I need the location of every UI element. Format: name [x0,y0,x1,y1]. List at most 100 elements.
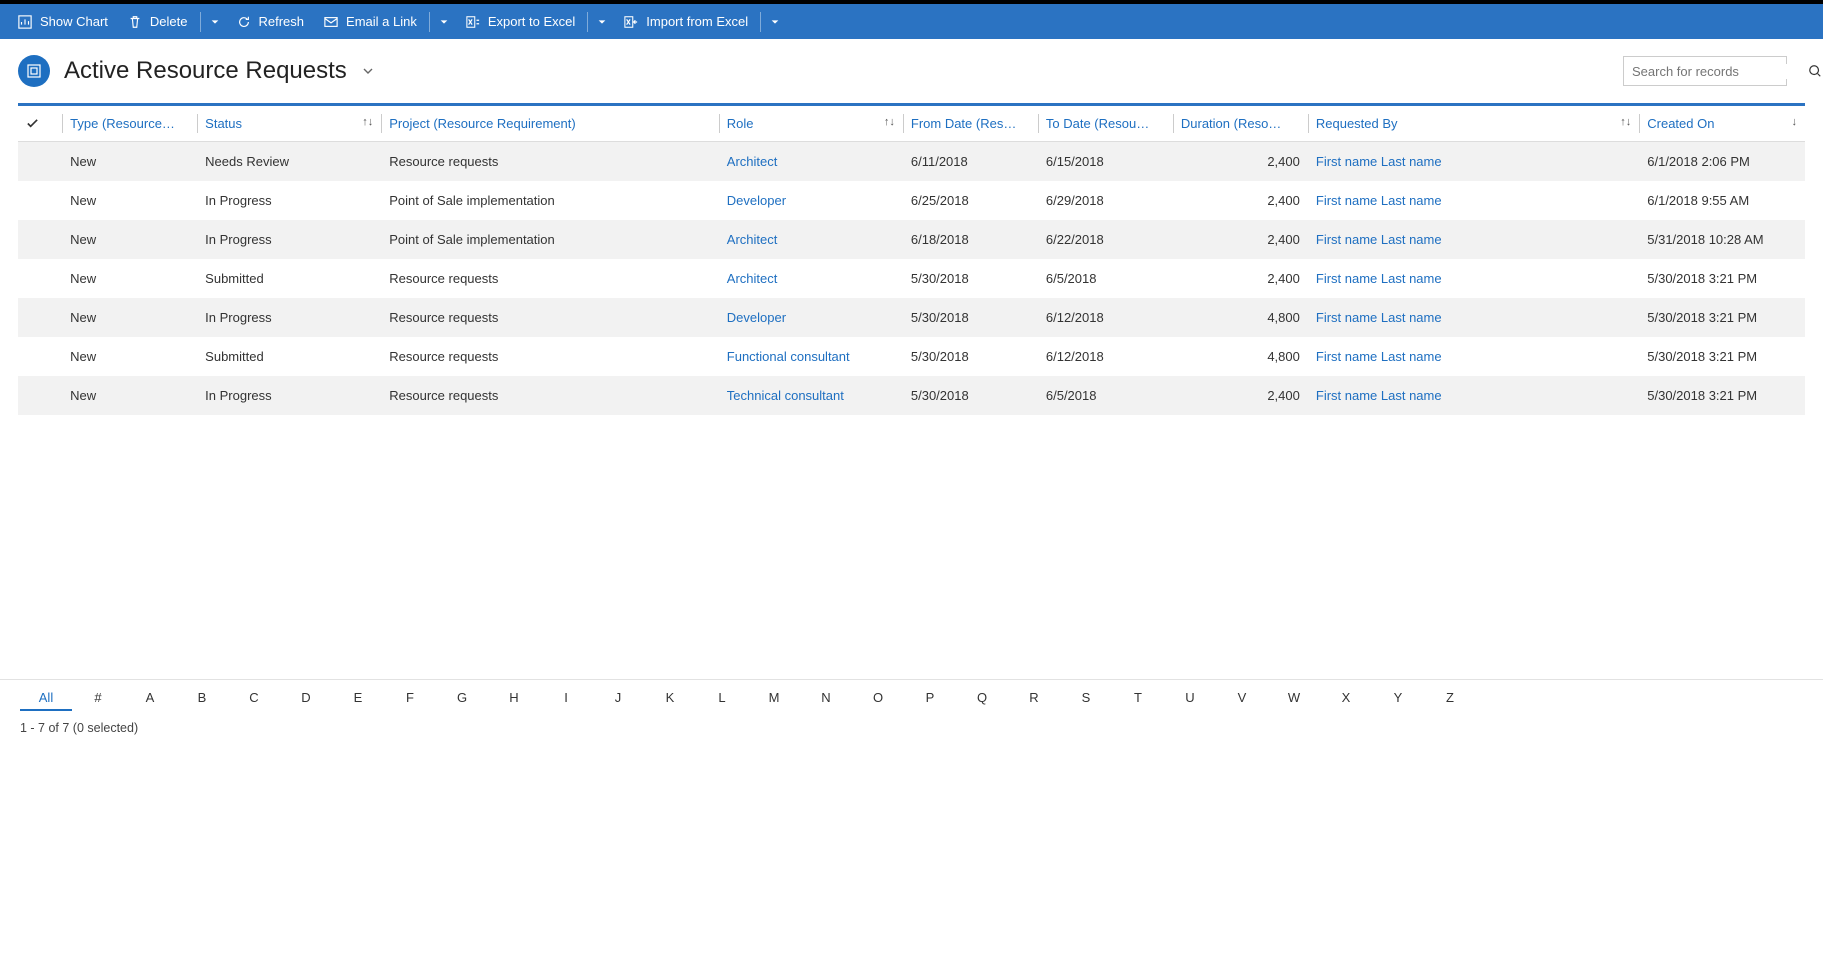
alpha-filter-#[interactable]: # [72,686,124,711]
row-selector[interactable] [18,181,62,220]
cell-role[interactable]: Developer [719,298,903,337]
cell-requested-by[interactable]: First name Last name [1308,220,1639,259]
cell-created-on: 5/30/2018 3:21 PM [1639,337,1805,376]
alpha-filter-g[interactable]: G [436,686,488,711]
select-all-header[interactable] [18,106,62,142]
table-row[interactable]: NewIn ProgressPoint of Sale implementati… [18,181,1805,220]
import-excel-button[interactable]: Import from Excel [614,4,758,39]
col-role[interactable]: Role↑↓ [719,106,903,142]
alpha-filter-b[interactable]: B [176,686,228,711]
alpha-filter-y[interactable]: Y [1372,686,1424,711]
col-from-date[interactable]: From Date (Res… [903,106,1038,142]
table-row[interactable]: NewSubmittedResource requestsArchitect5/… [18,259,1805,298]
alpha-filter-a[interactable]: A [124,686,176,711]
alpha-filter-r[interactable]: R [1008,686,1060,711]
export-excel-dropdown[interactable] [590,4,614,39]
col-to-date[interactable]: To Date (Resou… [1038,106,1173,142]
import-excel-dropdown[interactable] [763,4,787,39]
alpha-filter-e[interactable]: E [332,686,384,711]
row-selector[interactable] [18,142,62,182]
cell-type: New [62,181,197,220]
alpha-filter-j[interactable]: J [592,686,644,711]
refresh-button[interactable]: Refresh [227,4,315,39]
cell-duration: 2,400 [1173,220,1308,259]
export-excel-label: Export to Excel [488,14,575,29]
delete-dropdown[interactable] [203,4,227,39]
alpha-filter-p[interactable]: P [904,686,956,711]
alpha-filter-u[interactable]: U [1164,686,1216,711]
table-row[interactable]: NewIn ProgressResource requestsTechnical… [18,376,1805,415]
col-duration[interactable]: Duration (Reso… [1173,106,1308,142]
cell-role[interactable]: Developer [719,181,903,220]
records-grid: Type (Resource… Status↑↓ Project (Resour… [18,106,1805,415]
table-row[interactable]: NewNeeds ReviewResource requestsArchitec… [18,142,1805,182]
email-link-dropdown[interactable] [432,4,456,39]
table-row[interactable]: NewSubmittedResource requestsFunctional … [18,337,1805,376]
cell-requested-by[interactable]: First name Last name [1308,376,1639,415]
alpha-filter-q[interactable]: Q [956,686,1008,711]
cell-project: Resource requests [381,298,719,337]
col-created-on[interactable]: Created On↓ [1639,106,1805,142]
cell-requested-by[interactable]: First name Last name [1308,337,1639,376]
cell-requested-by[interactable]: First name Last name [1308,259,1639,298]
cell-role[interactable]: Technical consultant [719,376,903,415]
search-icon[interactable] [1808,64,1822,78]
cell-requested-by[interactable]: First name Last name [1308,181,1639,220]
col-status[interactable]: Status↑↓ [197,106,381,142]
search-input[interactable] [1632,64,1808,79]
alpha-filter-v[interactable]: V [1216,686,1268,711]
cell-from-date: 6/25/2018 [903,181,1038,220]
row-selector[interactable] [18,298,62,337]
alpha-filter-t[interactable]: T [1112,686,1164,711]
table-row[interactable]: NewIn ProgressResource requestsDeveloper… [18,298,1805,337]
alpha-filter-c[interactable]: C [228,686,280,711]
cell-role[interactable]: Architect [719,259,903,298]
table-row[interactable]: NewIn ProgressPoint of Sale implementati… [18,220,1805,259]
show-chart-button[interactable]: Show Chart [8,4,118,39]
sort-icon: ↑↓ [1620,116,1631,128]
view-selector-chevron-icon[interactable] [361,64,375,78]
alpha-filter-f[interactable]: F [384,686,436,711]
alpha-filter-m[interactable]: M [748,686,800,711]
alpha-filter-s[interactable]: S [1060,686,1112,711]
cell-role[interactable]: Architect [719,220,903,259]
col-project[interactable]: Project (Resource Requirement) [381,106,719,142]
cell-project: Resource requests [381,337,719,376]
row-selector[interactable] [18,259,62,298]
cell-type: New [62,376,197,415]
search-box[interactable] [1623,56,1787,86]
alpha-filter-i[interactable]: I [540,686,592,711]
alpha-filter-l[interactable]: L [696,686,748,711]
cell-role[interactable]: Architect [719,142,903,182]
cell-project: Resource requests [381,376,719,415]
email-link-button[interactable]: Email a Link [314,4,427,39]
cell-duration: 2,400 [1173,259,1308,298]
cell-requested-by[interactable]: First name Last name [1308,142,1639,182]
row-selector[interactable] [18,220,62,259]
alpha-filter-d[interactable]: D [280,686,332,711]
alpha-filter-k[interactable]: K [644,686,696,711]
row-selector[interactable] [18,376,62,415]
alpha-filter-z[interactable]: Z [1424,686,1476,711]
cell-role[interactable]: Functional consultant [719,337,903,376]
cell-type: New [62,220,197,259]
cell-requested-by[interactable]: First name Last name [1308,298,1639,337]
trash-icon [128,15,142,29]
alpha-filter-h[interactable]: H [488,686,540,711]
col-requested-by[interactable]: Requested By↑↓ [1308,106,1639,142]
grid-empty-space [0,415,1823,675]
row-selector[interactable] [18,337,62,376]
export-excel-button[interactable]: Export to Excel [456,4,585,39]
sort-icon: ↓ [1792,116,1798,128]
alpha-filter-all[interactable]: All [20,686,72,711]
excel-import-icon [624,15,638,29]
alpha-filter-x[interactable]: X [1320,686,1372,711]
col-type[interactable]: Type (Resource… [62,106,197,142]
cell-status: In Progress [197,376,381,415]
alpha-filter-w[interactable]: W [1268,686,1320,711]
alpha-filter-n[interactable]: N [800,686,852,711]
alpha-filter-o[interactable]: O [852,686,904,711]
page-title[interactable]: Active Resource Requests [64,57,375,85]
delete-button[interactable]: Delete [118,4,198,39]
separator [587,12,588,32]
